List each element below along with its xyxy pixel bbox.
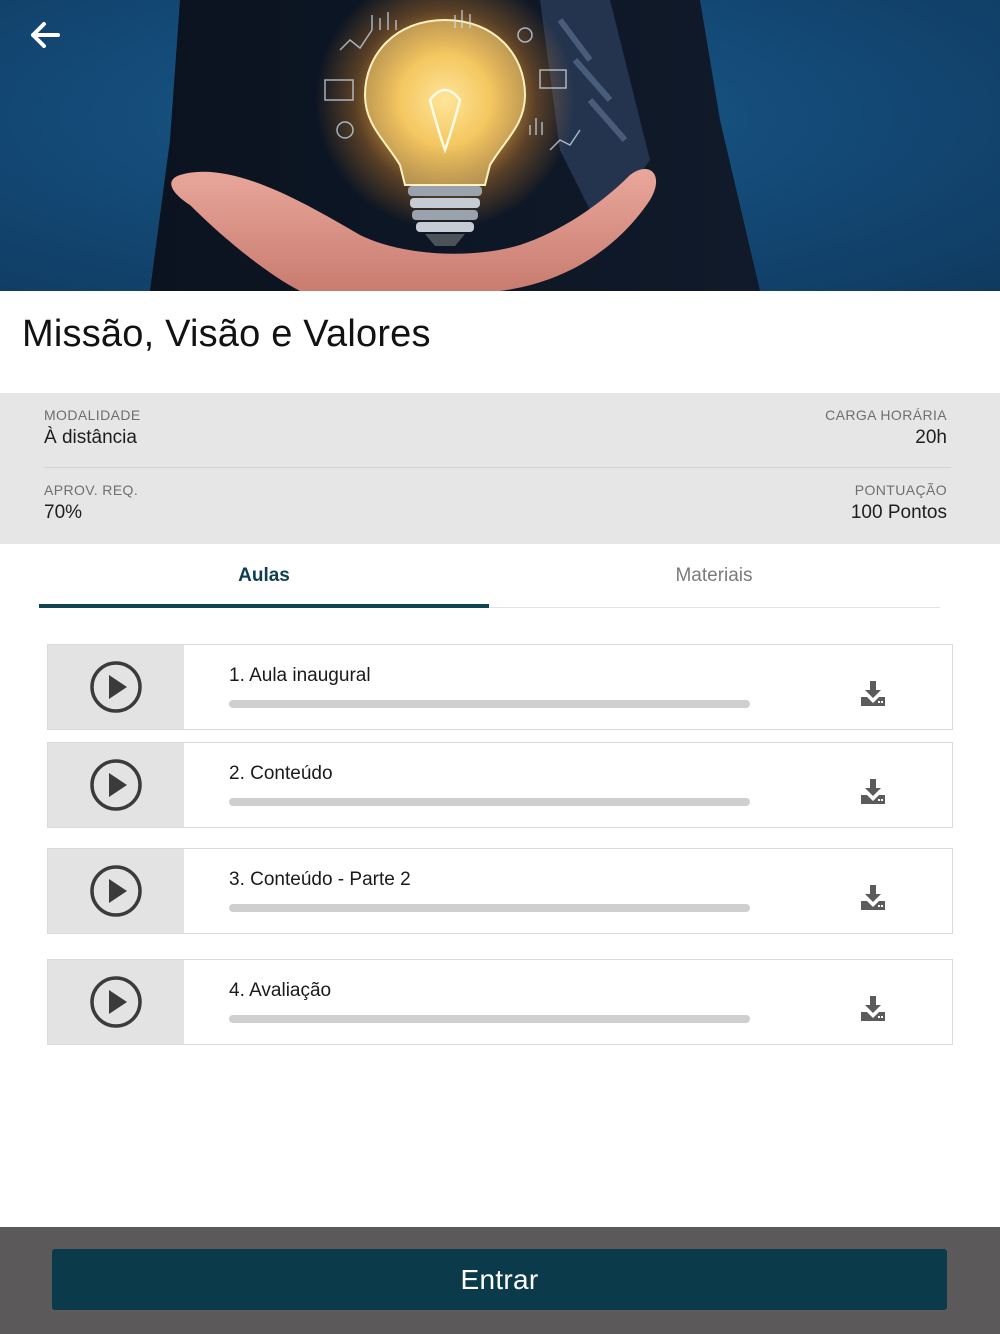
aprovacao-value: 70% [44,502,83,523]
pontuacao-field: PONTUAÇÃO 100 Pontos [851,482,947,524]
back-button[interactable] [30,22,74,62]
arrow-left-icon [31,22,60,48]
footer-bar: Entrar [0,1227,1000,1334]
pontuacao-value: 100 Pontos [850,502,947,523]
tab-aulas[interactable]: Aulas [39,544,489,608]
lesson-item[interactable]: 1. Aula inaugural [47,644,953,730]
aprovacao-field: APROV. REQ. 70% [44,482,138,524]
lesson-title: 4. Avaliação [229,980,332,1001]
lesson-progress-bar [229,904,750,912]
lesson-progress-bar [229,700,750,708]
tab-bar: Aulas Materiais [39,544,940,608]
download-button[interactable] [853,771,893,811]
download-icon [861,681,885,706]
carga-horaria-label: CARGA HORÁRIA [825,407,947,423]
play-circle-icon [90,759,142,811]
course-cover-image [0,0,1000,291]
play-circle-icon [90,865,142,917]
carga-horaria-value: 20h [915,427,947,448]
lesson-title: 1. Aula inaugural [229,665,371,686]
download-icon [861,885,885,910]
play-button[interactable] [48,743,184,827]
info-row-1: MODALIDADE À distância CARGA HORÁRIA 20h [44,393,951,468]
download-button[interactable] [853,988,893,1028]
modalidade-field: MODALIDADE À distância [44,407,141,449]
modalidade-value: À distância [44,427,137,448]
download-button[interactable] [853,877,893,917]
lesson-item[interactable]: 4. Avaliação [47,959,953,1045]
course-title: Missão, Visão e Valores [22,313,431,355]
play-circle-icon [90,976,142,1028]
tab-materiais[interactable]: Materiais [489,544,939,608]
lesson-item[interactable]: 2. Conteúdo [47,742,953,828]
play-circle-icon [90,661,142,713]
play-button[interactable] [48,849,184,933]
pontuacao-label: PONTUAÇÃO [854,482,947,498]
lightbulb-hand-illustration [150,0,760,291]
carga-horaria-field: CARGA HORÁRIA 20h [825,407,947,449]
play-button[interactable] [48,645,184,729]
info-row-2: APROV. REQ. 70% PONTUAÇÃO 100 Pontos [44,468,951,543]
active-tab-indicator [39,604,489,608]
enter-button[interactable]: Entrar [52,1249,947,1310]
play-button[interactable] [48,960,184,1044]
modalidade-label: MODALIDADE [44,407,141,423]
download-icon [861,996,885,1021]
aprovacao-label: APROV. REQ. [44,482,139,498]
download-icon [861,779,885,804]
lesson-progress-bar [229,798,750,806]
lesson-progress-bar [229,1015,750,1023]
title-section: Missão, Visão e Valores [0,291,1000,393]
course-info-panel: MODALIDADE À distância CARGA HORÁRIA 20h… [0,393,1000,544]
lesson-item[interactable]: 3. Conteúdo - Parte 2 [47,848,953,934]
lesson-title: 2. Conteúdo [229,763,333,784]
download-button[interactable] [853,673,893,713]
lesson-title: 3. Conteúdo - Parte 2 [229,869,411,890]
